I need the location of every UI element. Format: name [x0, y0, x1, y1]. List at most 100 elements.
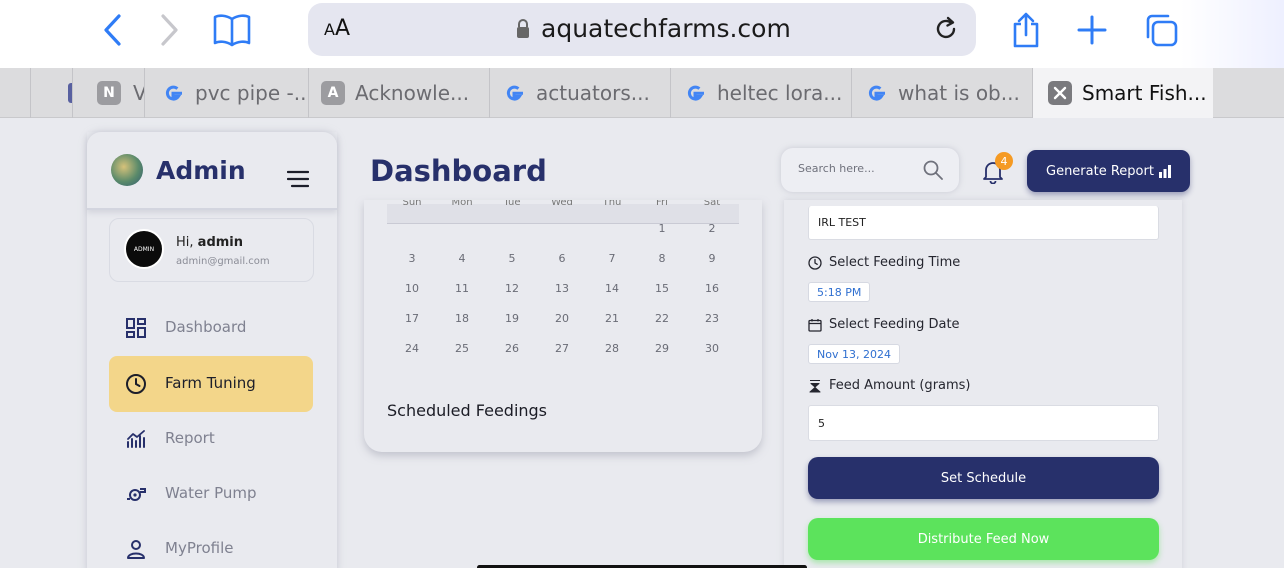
- generate-report-button[interactable]: Generate Report: [1027, 150, 1190, 192]
- sidebar-item-report[interactable]: Report: [109, 411, 313, 467]
- calendar-day[interactable]: 13: [537, 282, 587, 295]
- user-profile-card[interactable]: ADMIN Hi, admin admin@gmail.com: [109, 218, 314, 282]
- bookmarks-button[interactable]: [210, 8, 254, 52]
- sidebar-item-myprofile[interactable]: MyProfile: [109, 521, 313, 568]
- back-button[interactable]: [90, 8, 134, 52]
- calendar-day[interactable]: 22: [637, 312, 687, 325]
- calendar-day[interactable]: 19: [487, 312, 537, 325]
- weekday-label: Mon: [451, 200, 473, 208]
- person-icon: [127, 540, 145, 559]
- address-bar[interactable]: AA aquatechfarms.com: [308, 3, 976, 56]
- calendar-day[interactable]: 15: [637, 282, 687, 295]
- calendar-day[interactable]: 30: [687, 342, 737, 355]
- reload-icon[interactable]: [932, 15, 960, 43]
- tab-strip: N V pvc pipe -... A Acknowle... actuator…: [0, 68, 1284, 118]
- notification-badge: 4: [995, 152, 1013, 170]
- sidebar-item-water-pump[interactable]: Water Pump: [109, 466, 313, 522]
- weekday-label: Tue: [503, 200, 521, 208]
- app-area: Admin ADMIN Hi, admin admin@gmail.com Da…: [0, 118, 1284, 568]
- feed-amount-label: Feed Amount (grams): [808, 378, 971, 393]
- browser-toolbar: AA aquatechfarms.com: [0, 0, 1284, 68]
- calendar-day[interactable]: 25: [437, 342, 487, 355]
- weekday-label: Sun: [402, 200, 422, 208]
- calendar-day[interactable]: 23: [687, 312, 737, 325]
- calendar-day[interactable]: 24: [387, 342, 437, 355]
- forward-button[interactable]: [148, 8, 192, 52]
- google-icon: [683, 81, 707, 105]
- dashboard-grid-icon: [126, 318, 146, 338]
- tab-3[interactable]: A Acknowle...: [308, 68, 489, 118]
- google-icon: [864, 81, 888, 105]
- sidebar-item-farm-tuning[interactable]: Farm Tuning: [109, 356, 313, 412]
- clock-icon: [126, 374, 146, 394]
- text-size-button[interactable]: AA: [324, 16, 350, 41]
- search-icon[interactable]: [923, 160, 943, 180]
- calendar-day[interactable]: 1: [637, 222, 687, 235]
- brand-name: Admin: [156, 156, 246, 185]
- feeding-time-value[interactable]: 5:18 PM: [808, 282, 871, 302]
- feeding-date-label: Select Feeding Date: [808, 317, 960, 332]
- calendar-day[interactable]: 28: [587, 342, 637, 355]
- greeting: Hi, admin: [176, 235, 244, 250]
- chevron-right-icon: [161, 14, 178, 46]
- search-input[interactable]: [798, 162, 918, 175]
- sidebar-item-dashboard[interactable]: Dashboard: [109, 300, 313, 356]
- default-icon: [61, 81, 72, 105]
- tab-overview-button[interactable]: [1139, 8, 1183, 52]
- scheduled-feedings-title: Scheduled Feedings: [387, 401, 548, 420]
- farm-select-field[interactable]: IRL TEST: [808, 206, 1159, 240]
- calendar-day[interactable]: 3: [387, 252, 437, 265]
- calendar-day[interactable]: 21: [587, 312, 637, 325]
- tab-2[interactable]: pvc pipe -...: [144, 68, 308, 118]
- tab-7-active[interactable]: Smart Fish...: [1032, 68, 1213, 118]
- calendar-weekday-row: Sun Mon Tue Wed Thu Fri Sat: [387, 200, 739, 224]
- calendar-day[interactable]: 4: [437, 252, 487, 265]
- user-name: admin: [197, 235, 244, 250]
- feeding-date-value[interactable]: Nov 13, 2024: [808, 344, 900, 364]
- calendar-card: Sun Mon Tue Wed Thu Fri Sat 1 2 3 4 5 6 7 8 9 10 1…: [364, 200, 762, 452]
- calendar-day[interactable]: 14: [587, 282, 637, 295]
- calendar-day[interactable]: 26: [487, 342, 537, 355]
- weekday-label: Sat: [703, 200, 721, 208]
- calendar-day[interactable]: 29: [637, 342, 687, 355]
- sidebar: Admin ADMIN Hi, admin admin@gmail.com Da…: [87, 132, 337, 568]
- weekday-label: Fri: [656, 200, 668, 208]
- weekday-label: Thu: [602, 200, 622, 208]
- tab-0[interactable]: [30, 68, 72, 118]
- calendar-day[interactable]: 9: [687, 252, 737, 265]
- share-button[interactable]: [1004, 8, 1048, 52]
- calendar-day[interactable]: 20: [537, 312, 587, 325]
- calendar-day[interactable]: 12: [487, 282, 537, 295]
- tab-6[interactable]: what is ob...: [851, 68, 1032, 118]
- tab-1[interactable]: N V: [72, 68, 144, 118]
- google-icon: [161, 81, 185, 105]
- calendar-day[interactable]: 16: [687, 282, 737, 295]
- calendar-day[interactable]: 2: [687, 222, 737, 235]
- distribute-feed-now-button[interactable]: Distribute Feed Now: [808, 518, 1159, 560]
- scale-icon: [809, 379, 821, 393]
- calendar-day[interactable]: 11: [437, 282, 487, 295]
- calendar-day[interactable]: 6: [537, 252, 587, 265]
- book-icon: [213, 14, 251, 47]
- share-icon: [1013, 12, 1039, 48]
- new-tab-button[interactable]: [1070, 8, 1114, 52]
- calendar-day[interactable]: 5: [487, 252, 537, 265]
- close-tab-icon[interactable]: [1048, 81, 1072, 105]
- calendar-day[interactable]: 27: [537, 342, 587, 355]
- page: AA aquatechfarms.com N V pvc pipe -...: [0, 0, 1284, 568]
- calendar-day[interactable]: 10: [387, 282, 437, 295]
- brand-header: Admin: [87, 132, 337, 210]
- avatar: ADMIN: [124, 229, 164, 269]
- set-schedule-button[interactable]: Set Schedule: [808, 457, 1159, 499]
- calendar-day[interactable]: 7: [587, 252, 637, 265]
- feed-amount-input[interactable]: 5: [808, 405, 1159, 441]
- hamburger-menu-icon[interactable]: [287, 170, 309, 188]
- calendar-day[interactable]: 18: [437, 312, 487, 325]
- tabs-icon: [1146, 14, 1178, 47]
- calendar-day[interactable]: 8: [637, 252, 687, 265]
- calendar-icon: [808, 318, 822, 332]
- search-box[interactable]: [781, 148, 959, 192]
- tab-5[interactable]: heltec lora...: [670, 68, 851, 118]
- tab-4[interactable]: actuators...: [489, 68, 670, 118]
- calendar-day[interactable]: 17: [387, 312, 437, 325]
